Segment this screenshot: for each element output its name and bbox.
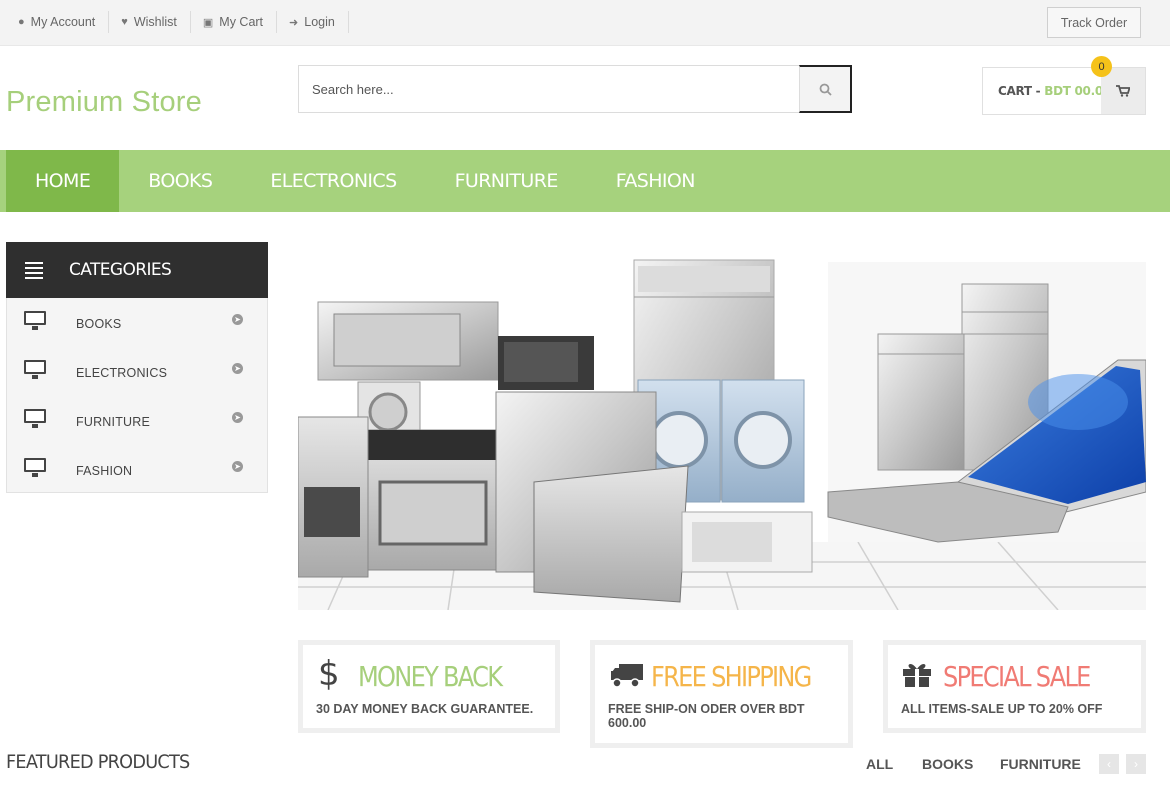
arrow-right-circle-icon: ➤ [232, 412, 243, 423]
arrow-right-circle-icon: ➤ [232, 363, 243, 374]
search-icon [819, 83, 832, 96]
store-logo[interactable]: Premium Store [6, 86, 202, 119]
feature-free-shipping: FREE SHIPPING FREE SHIP-ON ODER OVER BDT… [590, 640, 853, 748]
monitor-icon [24, 360, 46, 379]
menu-icon [25, 261, 43, 279]
category-item-books[interactable]: BOOKS ➤ [7, 298, 267, 347]
feature-description: 30 DAY MONEY BACK GUARANTEE. [316, 702, 534, 716]
filter-tab-furniture[interactable]: FURNITURE [1000, 756, 1081, 772]
monitor-icon [24, 458, 46, 477]
login-label: Login [304, 15, 335, 29]
search-input[interactable] [299, 66, 799, 112]
search-button[interactable] [799, 65, 852, 113]
monitor-icon [24, 409, 46, 428]
cart-label: CART - [998, 84, 1045, 98]
search-bar [298, 65, 852, 113]
feature-money-back: $ MONEY BACK 30 DAY MONEY BACK GUARANTEE… [298, 640, 560, 733]
category-item-furniture[interactable]: FURNITURE ➤ [7, 396, 267, 445]
categories-list: BOOKS ➤ ELECTRONICS ➤ FURNITURE ➤ FASHIO… [6, 298, 268, 493]
featured-products-title: FEATURED PRODUCTS [6, 751, 190, 773]
my-cart-label: My Cart [219, 15, 264, 29]
arrow-right-circle-icon: ➤ [232, 461, 243, 472]
categories-title: CATEGORIES [69, 260, 172, 280]
nav-home[interactable]: HOME [6, 150, 120, 212]
header-cart[interactable]: CART - BDT 00.00 [982, 67, 1146, 115]
heart-icon: ♥ [121, 16, 128, 28]
nav-fashion[interactable]: FASHION [587, 150, 724, 212]
filter-tab-all[interactable]: ALL [866, 756, 893, 772]
wishlist-link[interactable]: ♥ Wishlist [109, 11, 191, 33]
dollar-icon: $ [318, 654, 340, 694]
my-account-label: My Account [30, 15, 96, 29]
my-account-link[interactable]: ● My Account [6, 11, 110, 33]
track-order-button[interactable]: Track Order [1047, 7, 1141, 38]
categories-panel: CATEGORIES BOOKS ➤ ELECTRONICS ➤ FURNITU… [6, 242, 268, 493]
appliances-banner-image [298, 259, 1146, 610]
cart-summary: CART - BDT 00.00 [998, 84, 1111, 98]
gift-icon [901, 660, 933, 693]
feature-description: FREE SHIP-ON ODER OVER BDT 600.00 [608, 702, 805, 730]
feature-title: SPECIAL SALE [943, 660, 1091, 693]
categories-header[interactable]: CATEGORIES [6, 242, 268, 298]
my-cart-link[interactable]: ▣ My Cart [191, 11, 278, 33]
top-links: ● My Account ♥ Wishlist ▣ My Cart ➜ Logi… [6, 11, 349, 33]
filter-tab-books[interactable]: BOOKS [922, 756, 973, 772]
monitor-icon [24, 311, 46, 330]
top-bar: ● My Account ♥ Wishlist ▣ My Cart ➜ Logi… [0, 0, 1170, 46]
category-item-fashion[interactable]: FASHION ➤ [7, 445, 267, 494]
category-label: FASHION [76, 464, 133, 478]
category-item-electronics[interactable]: ELECTRONICS ➤ [7, 347, 267, 396]
nav-books[interactable]: BOOKS [119, 150, 241, 212]
carousel-prev-button[interactable]: ‹ [1099, 754, 1119, 774]
hero-banner[interactable] [298, 242, 1146, 610]
chevron-right-icon: › [1134, 757, 1138, 771]
nav-furniture[interactable]: FURNITURE [426, 150, 587, 212]
truck-icon [610, 662, 644, 693]
category-label: BOOKS [76, 317, 122, 331]
wishlist-label: Wishlist [133, 15, 177, 29]
carousel-next-button[interactable]: › [1126, 754, 1146, 774]
main-nav: HOME BOOKS ELECTRONICS FURNITURE FASHION [0, 150, 1170, 212]
arrow-right-circle-icon: ➤ [232, 314, 243, 325]
feature-special-sale: SPECIAL SALE ALL ITEMS-SALE UP TO 20% OF… [883, 640, 1146, 733]
feature-title: FREE SHIPPING [651, 660, 812, 693]
shopping-cart-icon [1116, 85, 1130, 97]
category-label: ELECTRONICS [76, 366, 168, 380]
cart-count-badge: 0 [1091, 56, 1112, 77]
nav-electronics[interactable]: ELECTRONICS [241, 150, 425, 212]
login-link[interactable]: ➜ Login [277, 11, 349, 33]
user-icon: ● [18, 16, 25, 28]
sign-in-icon: ➜ [289, 16, 299, 29]
chevron-left-icon: ‹ [1107, 757, 1111, 771]
category-label: FURNITURE [76, 415, 151, 429]
cart-icon: ▣ [202, 16, 214, 29]
feature-title: MONEY BACK [358, 660, 503, 693]
feature-description: ALL ITEMS-SALE UP TO 20% OFF [901, 702, 1103, 716]
